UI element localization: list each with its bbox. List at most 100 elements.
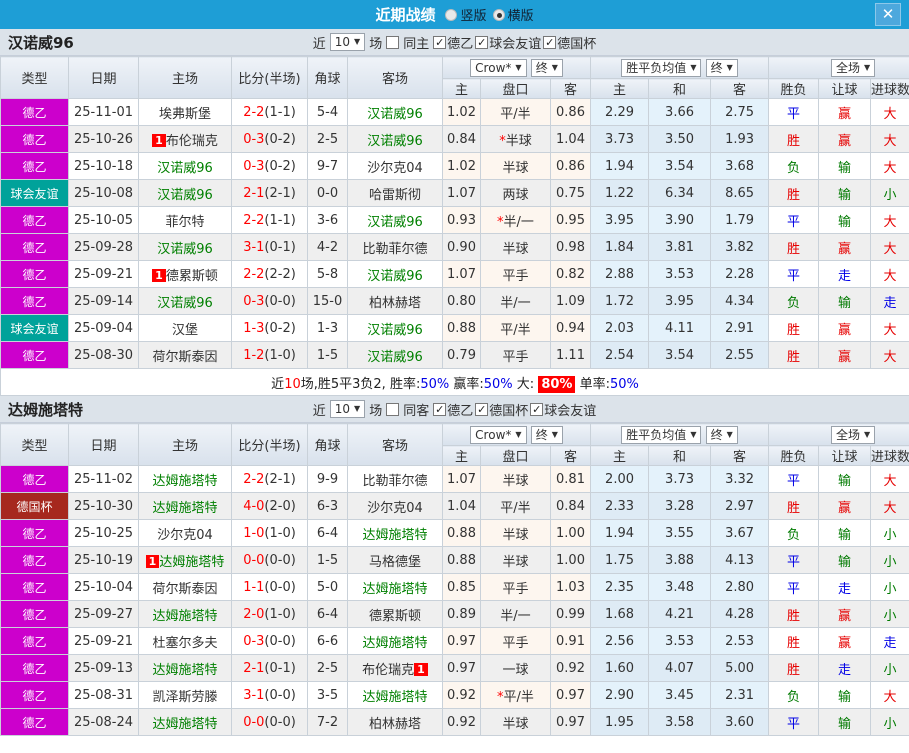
- team-label: 汉诺威96: [157, 295, 213, 311]
- result-cell: 负: [768, 681, 820, 709]
- avg-home-cell: 1.95: [590, 708, 650, 736]
- final-avg-select[interactable]: 终 ▼: [705, 425, 738, 444]
- away-team-cell: 布伦瑞克 1: [347, 654, 443, 682]
- league-cell: 德乙: [0, 627, 69, 655]
- crow-odds-group: Crow* ▼ 终 ▼: [441, 423, 592, 446]
- filter-checkbox[interactable]: ✓: [475, 35, 489, 49]
- away-team-cell: 比勒菲尔德: [347, 233, 443, 261]
- chevron-down-icon: ▼: [726, 429, 733, 439]
- team-label: 达姆施塔特: [152, 716, 218, 732]
- col-header-avg-draw: 和: [648, 78, 712, 99]
- final-odds-select[interactable]: 终 ▼: [530, 58, 563, 77]
- handicap-label: 两球: [502, 187, 529, 203]
- half-time-score: (0-2): [264, 320, 296, 336]
- final-avg-label: 终: [710, 60, 723, 75]
- final-odds-label: 终: [535, 427, 548, 442]
- handicap-cell: 平/半: [480, 314, 551, 342]
- games-label: 场: [369, 36, 383, 52]
- odds-home-cell: 0.88: [442, 546, 481, 574]
- full-time-score: 3-1: [243, 687, 265, 703]
- avg-home-cell: 2.03: [590, 314, 650, 342]
- matches-count-select[interactable]: 10 ▼: [329, 400, 366, 418]
- filter-checkbox[interactable]: ✓: [475, 402, 489, 416]
- odds-home-cell: 0.88: [442, 314, 481, 342]
- corner-cell: 0-0: [307, 179, 348, 207]
- half-time-score: (0-1): [264, 660, 296, 676]
- handicap-cell: 平/半: [480, 98, 551, 126]
- league-filter-item: ✓ 德乙: [433, 400, 473, 419]
- same-venue-checkbox[interactable]: [386, 35, 400, 49]
- summary-part: 赢率:: [449, 376, 484, 392]
- filter-checkbox[interactable]: ✓: [530, 402, 544, 416]
- final-avg-select[interactable]: 终 ▼: [705, 58, 738, 77]
- crow-odds-select[interactable]: Crow* ▼: [470, 58, 527, 77]
- team-label: 达姆施塔特: [362, 581, 428, 597]
- filter-checkbox[interactable]: ✓: [543, 35, 557, 49]
- odds-home-cell: 1.07: [442, 260, 481, 288]
- final-odds-select[interactable]: 终 ▼: [530, 425, 563, 444]
- avg-odds-select[interactable]: 胜平负均值 ▼: [621, 58, 702, 77]
- col-header-handicap: 盘口: [480, 78, 551, 99]
- league-cell: 德乙: [0, 287, 69, 315]
- corner-cell: 6-4: [307, 519, 348, 547]
- col-header-handicap: 盘口: [480, 445, 551, 466]
- team-label: 汉诺威96: [157, 160, 213, 176]
- home-team-cell: 荷尔斯泰因: [138, 341, 232, 369]
- avg-draw-cell: 4.21: [648, 600, 712, 628]
- handicap-label: 平手: [502, 581, 529, 597]
- same-venue-checkbox[interactable]: [386, 402, 400, 416]
- score-cell: 4-0(2-0): [231, 492, 308, 520]
- goals-cell: 小: [870, 600, 909, 628]
- league-cell: 德乙: [0, 546, 69, 574]
- odds-away-cell: 0.99: [549, 600, 592, 628]
- handicap-result-cell: 走: [818, 573, 872, 601]
- full-time-score: 2-1: [243, 185, 265, 201]
- away-team-cell: 沙尔克04: [347, 492, 443, 520]
- score-cell: 3-1(0-1): [231, 233, 308, 261]
- handicap-cell: 平手: [480, 341, 551, 369]
- date-cell: 25-09-21: [68, 260, 139, 288]
- team-label: 汉诺威96: [367, 349, 423, 365]
- team-label: 汉诺威96: [367, 106, 423, 122]
- handicap-label: 平/半: [500, 106, 531, 122]
- col-header-odds-away: 客: [549, 78, 592, 99]
- radio-horizontal-layout[interactable]: 横版: [492, 5, 534, 24]
- avg-away-cell: 3.32: [710, 465, 770, 493]
- handicap-result-cell: 赢: [818, 627, 872, 655]
- score-cell: 2-1(2-1): [231, 179, 308, 207]
- away-team-cell: 汉诺威96: [347, 314, 443, 342]
- table-row: 德乙 25-11-01 埃弗斯堡 2-2(1-1) 5-4 汉诺威96 1.02 平/半 0.8…: [0, 98, 909, 126]
- filter-checkbox[interactable]: ✓: [433, 35, 447, 49]
- table-row: 德乙 25-10-04 荷尔斯泰因 1-1(0-0) 5-0 达姆施塔特 0.85 平手 1.0…: [0, 573, 909, 601]
- odds-home-cell: 1.07: [442, 179, 481, 207]
- league-filter-item: ✓ 球会友谊: [475, 33, 541, 52]
- close-button[interactable]: ✕: [875, 3, 901, 26]
- filter-checkbox[interactable]: ✓: [433, 402, 447, 416]
- crow-odds-select[interactable]: Crow* ▼: [470, 425, 527, 444]
- handicap-label: 半/一: [500, 295, 531, 311]
- radio-horizontal-label: 横版: [507, 9, 534, 24]
- league-filters: ✓ 德乙 ✓ 德国杯 ✓ 球会友谊: [433, 400, 596, 419]
- filter-label: 德乙: [447, 36, 474, 52]
- league-cell: 德乙: [0, 260, 69, 288]
- full-time-score: 1-1: [243, 579, 265, 595]
- avg-home-cell: 2.29: [590, 98, 650, 126]
- table-row: 德乙 25-08-30 荷尔斯泰因 1-2(1-0) 1-5 汉诺威96 0.79 平手 1.1…: [0, 341, 909, 369]
- corner-cell: 15-0: [307, 287, 348, 315]
- avg-odds-select[interactable]: 胜平负均值 ▼: [621, 425, 702, 444]
- corner-cell: 7-2: [307, 708, 348, 736]
- col-header-type: 类型: [0, 56, 69, 99]
- matches-table: 类型 日期 主场 比分(半场) 角球 客场 Crow* ▼ 终 ▼ 胜平负均值 …: [0, 56, 909, 396]
- handicap-label: 平/半: [503, 689, 534, 705]
- team-label: 比勒菲尔德: [362, 241, 428, 257]
- score-cell: 2-2(1-1): [231, 206, 308, 234]
- avg-home-cell: 2.88: [590, 260, 650, 288]
- team-label: 达姆施塔特: [362, 527, 428, 543]
- radio-vertical-layout[interactable]: 竖版: [445, 5, 487, 24]
- league-cell: 德乙: [0, 654, 69, 682]
- matches-count-select[interactable]: 10 ▼: [329, 33, 366, 51]
- handicap-label: 平手: [502, 635, 529, 651]
- full-match-select[interactable]: 全场 ▼: [830, 58, 876, 77]
- full-match-select[interactable]: 全场 ▼: [830, 425, 876, 444]
- home-team-cell: 杜塞尔多夫: [138, 627, 232, 655]
